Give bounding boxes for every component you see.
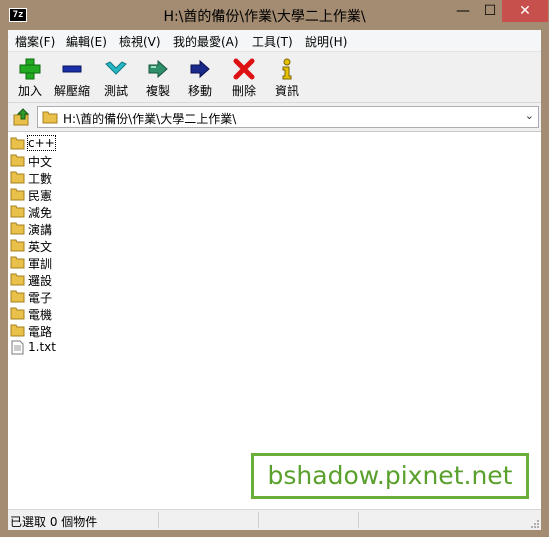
add-button[interactable]: 加入 [8,54,52,100]
move-label: 移動 [187,84,212,98]
plus-icon [19,58,41,80]
test-button[interactable]: 測試 [94,54,138,100]
close-button[interactable]: ✕ [502,0,548,22]
minimize-button[interactable]: — [449,0,477,22]
address-path: H:\酋的備份\作業\大學二上作業\ [63,112,237,126]
window-title: H:\酋的備份\作業\大學二上作業\ [163,9,366,25]
menu-favorites[interactable]: 我的最愛(A) [173,33,239,50]
info-label: 資訊 [274,84,299,98]
file-name: 電路 [28,325,53,339]
menu-file[interactable]: 檔案(F) [15,33,55,50]
folder-icon [10,307,25,320]
folder-icon [10,256,25,269]
folder-up-icon [13,108,30,126]
chevron-down-icon[interactable]: ⌄ [525,109,534,122]
file-name: 中文 [28,155,53,169]
folder-icon [10,239,25,252]
text-file-icon [11,340,24,355]
file-name: c++ [27,135,56,151]
folder-icon [10,154,25,167]
menu-help[interactable]: 說明(H) [305,33,347,50]
info-icon [282,58,292,80]
file-name: 英文 [28,240,53,254]
check-chevron-icon [105,61,127,75]
status-divider [158,512,159,528]
file-name: 邏設 [28,274,53,288]
file-name: 演講 [28,223,53,237]
toolbar: 加入 解壓縮 測試 複製 移動 刪除 資訊 [8,52,541,103]
file-name: 1.txt [28,340,56,354]
folder-icon [10,273,25,286]
status-divider [358,512,359,528]
menu-view[interactable]: 檢視(V) [119,33,161,50]
file-name: 軍訓 [28,257,53,271]
file-name: 工數 [28,172,53,186]
7zip-app-icon[interactable]: 7z [9,8,27,22]
copy-label: 複製 [145,84,170,98]
menu-bar: 檔案(F) 編輯(E) 檢視(V) 我的最愛(A) 工具(T) 說明(H) [8,30,541,52]
add-label: 加入 [17,84,42,98]
move-button[interactable]: 移動 [178,54,222,100]
menu-tools[interactable]: 工具(T) [252,33,293,50]
status-divider [258,512,259,528]
extract-label: 解壓縮 [53,84,90,98]
status-bar: 已選取 0 個物件 [8,509,541,530]
file-name: 減免 [28,206,53,220]
arrow-right-icon [190,59,210,79]
folder-icon [10,290,25,303]
folder-icon [10,205,25,218]
address-bar: H:\酋的備份\作業\大學二上作業\ ⌄ [8,104,541,130]
folder-icon [10,188,25,201]
test-label: 測試 [103,84,128,98]
delete-label: 刪除 [231,84,256,98]
minus-icon [62,65,82,73]
folder-icon [10,137,25,150]
watermark: bshadow.pixnet.net [251,453,529,499]
title-bar[interactable]: 7z H:\酋的備份\作業\大學二上作業\ — ☐ ✕ [0,0,549,30]
delete-x-icon [233,58,255,80]
menu-edit[interactable]: 編輯(E) [66,33,107,50]
status-text: 已選取 0 個物件 [10,515,98,529]
folder-up-button[interactable] [12,107,32,127]
folder-icon [10,222,25,235]
maximize-button[interactable]: ☐ [477,0,503,22]
file-name: 電機 [28,308,53,322]
folder-icon [10,171,25,184]
copy-arrow-icon [148,59,168,79]
app-window: 7z H:\酋的備份\作業\大學二上作業\ — ☐ ✕ 檔案(F) 編輯(E) … [0,0,549,537]
delete-button[interactable]: 刪除 [222,54,266,100]
folder-icon [10,324,25,337]
resize-grip-icon[interactable] [530,519,540,529]
info-button[interactable]: 資訊 [265,54,309,100]
extract-button[interactable]: 解壓縮 [50,54,94,100]
folder-icon [42,111,58,124]
file-name: 電子 [28,291,53,305]
address-input[interactable]: H:\酋的備份\作業\大學二上作業\ ⌄ [37,106,539,128]
file-name: 民憲 [28,189,53,203]
copy-button[interactable]: 複製 [136,54,180,100]
